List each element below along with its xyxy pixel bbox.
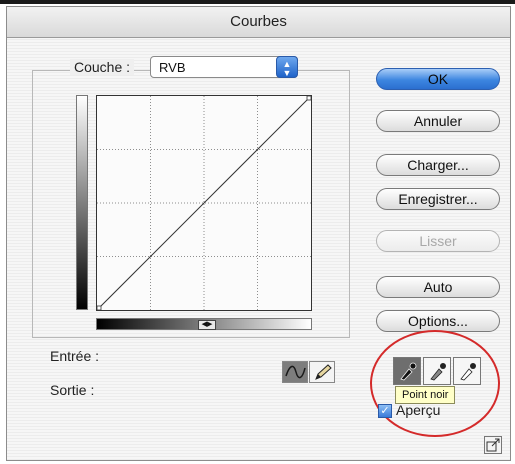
entree-label: Entrée :: [50, 348, 100, 364]
swap-arrows-icon[interactable]: ◀▶: [198, 320, 216, 330]
annuler-button[interactable]: Annuler: [376, 110, 500, 132]
expand-window-icon[interactable]: [484, 436, 502, 454]
output-gradient-bar: [76, 95, 88, 310]
charger-button[interactable]: Charger...: [376, 154, 500, 176]
pencil-tool-icon[interactable]: [309, 361, 335, 383]
ok-button[interactable]: OK: [376, 68, 500, 90]
eyedropper-group: [393, 357, 485, 385]
curve-graph[interactable]: [96, 95, 312, 311]
channel-select-value: RVB: [159, 60, 186, 75]
curve-tool-group: [282, 361, 336, 383]
lisser-button[interactable]: Lisser: [376, 230, 500, 252]
title-bar[interactable]: Courbes: [7, 7, 510, 38]
curve-grid: [96, 95, 312, 311]
curve-endpoint-white: [306, 95, 312, 101]
channel-label: Couche :: [70, 59, 135, 75]
top-edge: [0, 0, 515, 4]
options-button[interactable]: Options...: [376, 310, 500, 332]
dialog-title: Courbes: [230, 13, 287, 30]
channel-select[interactable]: RVB ▲ ▼: [150, 56, 298, 78]
curve-endpoint-black: [96, 305, 102, 311]
sortie-label: Sortie :: [50, 382, 95, 398]
auto-button[interactable]: Auto: [376, 276, 500, 298]
apercu-label: Aperçu: [396, 402, 441, 418]
eyedropper-black-icon[interactable]: [393, 357, 421, 385]
apercu-checkbox[interactable]: ✓: [378, 404, 392, 418]
curve-point-tool-icon[interactable]: [282, 361, 308, 383]
eyedropper-white-icon[interactable]: [453, 357, 481, 385]
chevron-updown-icon[interactable]: ▲ ▼: [276, 56, 298, 78]
tone-curve-line: [97, 96, 311, 310]
eyedropper-tooltip: Point noir: [395, 386, 456, 404]
enregistrer-button[interactable]: Enregistrer...: [376, 188, 500, 210]
eyedropper-gray-icon[interactable]: [423, 357, 451, 385]
